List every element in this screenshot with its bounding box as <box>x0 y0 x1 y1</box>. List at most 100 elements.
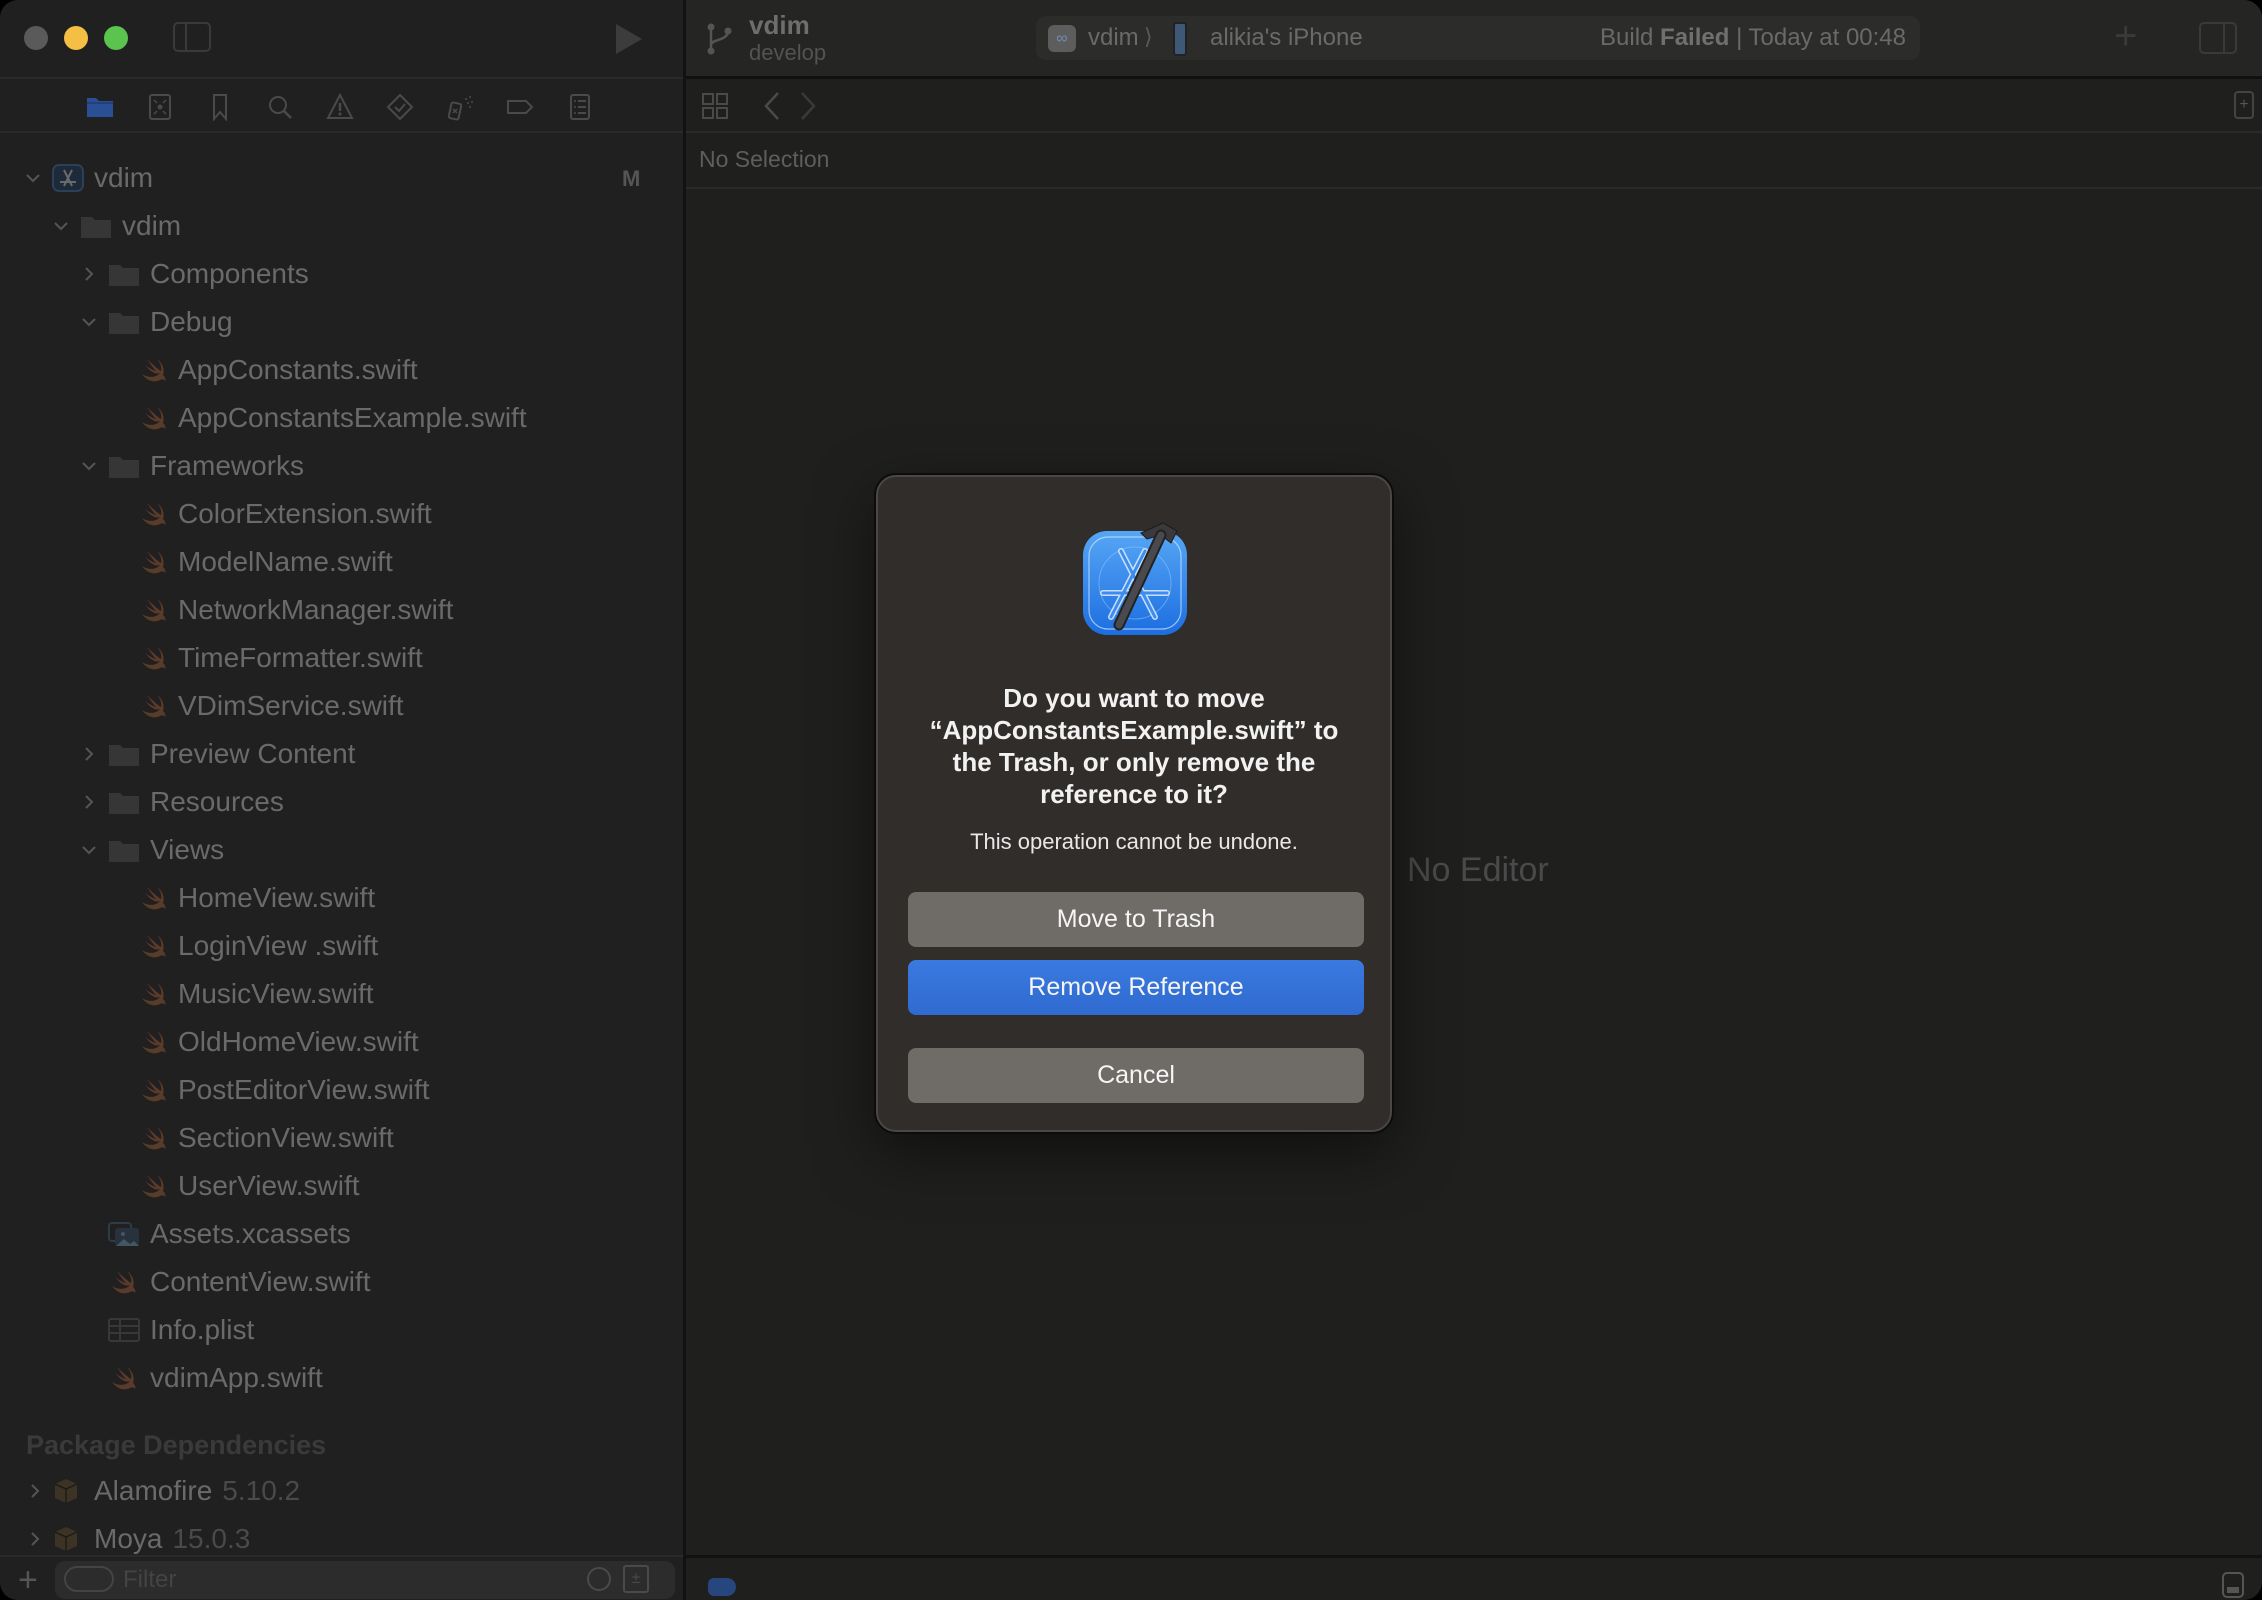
chevron-right-icon[interactable] <box>24 1480 46 1502</box>
package-box-icon <box>54 1479 78 1503</box>
chevron-right-icon[interactable] <box>78 263 100 285</box>
project-name[interactable]: vdim <box>749 10 810 41</box>
chevron-right-icon[interactable] <box>78 743 100 765</box>
activity-view: ∞ vdim ⟩ alikia's iPhone Build Failed | … <box>1036 16 1920 60</box>
xcode-window: vdim Mvdim Components Debug AppConstants.swi… <box>0 0 2262 1600</box>
tree-file-row[interactable]: UserView.swift <box>0 1162 683 1210</box>
filter-field[interactable]: Filter ± <box>55 1561 675 1599</box>
report-navigator-tab[interactable] <box>566 93 594 121</box>
tree-file-row[interactable]: VDimService.swift <box>0 682 683 730</box>
find-navigator-tab[interactable] <box>266 93 294 121</box>
source-control-navigator-tab[interactable] <box>146 93 174 121</box>
add-editor-icon[interactable]: + <box>2234 91 2254 119</box>
tree-file-row[interactable]: Assets.xcassets <box>0 1210 683 1258</box>
sidebar-toggle-icon[interactable] <box>173 22 211 52</box>
cancel-button[interactable]: Cancel <box>908 1048 1364 1103</box>
breakpoints-toggle-icon[interactable] <box>708 1578 736 1596</box>
back-chevron-icon[interactable] <box>762 91 782 121</box>
tree-file-row[interactable]: OldHomeView.swift <box>0 1018 683 1066</box>
project-navigator-tab[interactable] <box>86 93 114 121</box>
test-navigator-tab[interactable] <box>386 93 414 121</box>
add-icon[interactable]: + <box>2114 16 2137 56</box>
test-diamond-icon <box>386 93 414 121</box>
tree-folder-row[interactable]: Resources <box>0 778 683 826</box>
related-items-grid-icon[interactable] <box>702 93 728 119</box>
tree-folder-row[interactable]: Frameworks <box>0 442 683 490</box>
tree-file-row[interactable]: Info.plist <box>0 1306 683 1354</box>
build-status[interactable]: Build Failed | Today at 00:48 <box>1600 24 1906 52</box>
tree-item-label: ModelName.swift <box>178 546 393 577</box>
filter-options-icon[interactable] <box>64 1566 114 1592</box>
tree-file-row[interactable]: SectionView.swift <box>0 1114 683 1162</box>
scm-filter-icon[interactable]: ± <box>623 1565 649 1593</box>
debug-area-toggle-icon[interactable] <box>2222 1572 2244 1598</box>
tree-folder-row[interactable]: Debug <box>0 298 683 346</box>
swift-file-icon <box>142 647 166 670</box>
forward-chevron-icon[interactable] <box>798 91 818 121</box>
tree-file-row[interactable]: vdimApp.swift <box>0 1354 683 1402</box>
tree-file-row[interactable]: PostEditorView.swift <box>0 1066 683 1114</box>
package-row[interactable]: Alamofire 5.10.2 <box>0 1467 683 1515</box>
issue-navigator-tab[interactable] <box>326 93 354 121</box>
tree-file-row[interactable]: ModelName.swift <box>0 538 683 586</box>
tree-item-label: Debug <box>150 306 233 337</box>
scheme-selector[interactable]: vdim <box>1088 24 1139 52</box>
move-to-trash-button[interactable]: Move to Trash <box>908 892 1364 947</box>
jump-bar: No Selection <box>686 133 2262 189</box>
run-destination-selector[interactable]: alikia's iPhone <box>1210 24 1363 52</box>
package-box-icon <box>54 1527 78 1551</box>
close-window-button[interactable] <box>24 26 48 50</box>
recent-files-icon[interactable] <box>587 1567 611 1591</box>
maximize-window-button[interactable] <box>104 26 128 50</box>
breakpoint-navigator-tab[interactable] <box>506 93 534 121</box>
package-name: Moya 15.0.3 <box>94 1523 250 1555</box>
chevron-down-icon[interactable] <box>78 839 100 861</box>
tree-folder-row[interactable]: Views <box>0 826 683 874</box>
debug-navigator-tab[interactable] <box>446 93 474 121</box>
chevron-down-icon[interactable] <box>78 311 100 333</box>
bookmark-icon <box>213 94 227 121</box>
swift-file-icon <box>142 551 166 574</box>
branch-icon <box>707 23 732 55</box>
tree-file-row[interactable]: NetworkManager.swift <box>0 586 683 634</box>
chevron-right-icon[interactable] <box>78 791 100 813</box>
tree-item-label: Components <box>150 258 309 289</box>
branch-name[interactable]: develop <box>749 40 826 66</box>
swift-file-icon <box>142 695 166 718</box>
folder-icon <box>109 313 139 334</box>
chevron-down-icon[interactable] <box>50 215 72 237</box>
scheme-icon[interactable]: ∞ <box>1048 25 1076 52</box>
chevron-down-icon[interactable] <box>78 455 100 477</box>
chevron-right-icon[interactable] <box>24 1528 46 1550</box>
add-file-button[interactable]: + <box>18 1563 38 1597</box>
search-icon <box>269 96 292 119</box>
tree-project-row[interactable]: vdim M <box>0 154 683 202</box>
tree-file-row[interactable]: ColorExtension.swift <box>0 490 683 538</box>
tree-item-label: Assets.xcassets <box>150 1218 351 1249</box>
tree-file-row[interactable]: AppConstantsExample.swift <box>0 394 683 442</box>
source-control-icon <box>149 94 171 120</box>
swift-file-icon <box>142 1031 166 1054</box>
tree-file-row[interactable]: MusicView.swift <box>0 970 683 1018</box>
tree-folder-row[interactable]: Components <box>0 250 683 298</box>
tree-file-row[interactable]: HomeView.swift <box>0 874 683 922</box>
tree-folder-row[interactable]: vdim <box>0 202 683 250</box>
tree-file-row[interactable]: ContentView.swift <box>0 1258 683 1306</box>
minimize-window-button[interactable] <box>64 26 88 50</box>
swift-file-icon <box>142 407 166 430</box>
filter-placeholder: Filter <box>123 1566 177 1593</box>
tree-file-row[interactable]: TimeFormatter.swift <box>0 634 683 682</box>
bookmark-navigator-tab[interactable] <box>206 93 234 121</box>
tree-file-row[interactable]: LoginView .swift <box>0 922 683 970</box>
iphone-icon <box>1173 22 1187 56</box>
tree-item-label: vdimApp.swift <box>150 1362 323 1393</box>
tree-file-row[interactable]: AppConstants.swift <box>0 346 683 394</box>
tree-folder-row[interactable]: Preview Content <box>0 730 683 778</box>
run-button-icon[interactable] <box>616 24 642 54</box>
tree-item-label: Preview Content <box>150 738 356 769</box>
inspector-toggle-icon[interactable] <box>2199 22 2237 54</box>
folder-icon <box>81 217 111 238</box>
folder-icon <box>109 265 139 286</box>
chevron-down-icon[interactable] <box>22 167 44 189</box>
remove-reference-button[interactable]: Remove Reference <box>908 960 1364 1015</box>
